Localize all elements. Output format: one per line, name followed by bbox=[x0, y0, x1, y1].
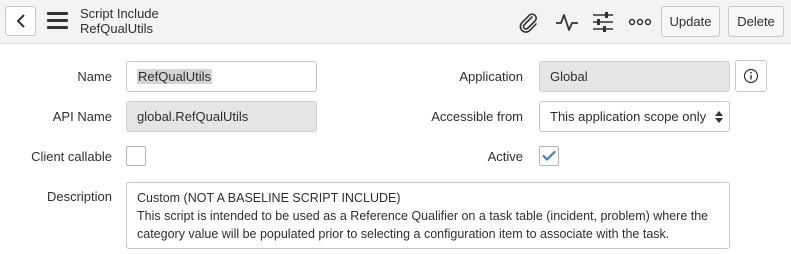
delete-button[interactable]: Delete bbox=[728, 6, 784, 37]
paperclip-icon[interactable] bbox=[516, 10, 540, 34]
record-title: Script Include RefQualUtils bbox=[80, 6, 159, 36]
application-info-button[interactable] bbox=[735, 60, 767, 92]
api-name-label: API Name bbox=[52, 109, 112, 124]
client-callable-checkbox[interactable] bbox=[126, 146, 146, 166]
application-label: Application bbox=[459, 69, 523, 84]
more-icon[interactable] bbox=[628, 10, 652, 34]
accessible-from-select[interactable]: This application scope only bbox=[539, 101, 730, 132]
sliders-icon[interactable] bbox=[591, 10, 615, 34]
api-name-field: global.RefQualUtils bbox=[126, 101, 317, 132]
checkmark-icon bbox=[542, 150, 556, 161]
record-name: RefQualUtils bbox=[80, 21, 153, 36]
accessible-from-label: Accessible from bbox=[431, 109, 523, 124]
description-textarea[interactable]: Custom (NOT A BASELINE SCRIPT INCLUDE) T… bbox=[126, 182, 730, 249]
name-label: Name bbox=[77, 69, 112, 84]
api-name-value: global.RefQualUtils bbox=[137, 109, 249, 124]
accessible-from-value: This application scope only bbox=[550, 109, 707, 124]
select-arrows-icon bbox=[715, 111, 723, 123]
active-checkbox[interactable] bbox=[539, 146, 559, 166]
description-label: Description bbox=[46, 189, 112, 204]
info-icon bbox=[743, 68, 759, 84]
back-icon bbox=[16, 14, 25, 28]
hamburger-icon[interactable] bbox=[47, 12, 68, 30]
form-header: Script Include RefQualUtils Update Delet… bbox=[0, 0, 791, 44]
active-label: Active bbox=[487, 149, 523, 164]
application-value: Global bbox=[550, 69, 588, 84]
back-button[interactable] bbox=[5, 6, 36, 36]
activity-icon[interactable] bbox=[555, 10, 579, 34]
application-field: Global bbox=[539, 61, 730, 92]
name-value: RefQualUtils bbox=[137, 69, 212, 84]
description-line: Custom (NOT A BASELINE SCRIPT INCLUDE) bbox=[137, 191, 401, 205]
description-line: This script is intended to be used as a … bbox=[137, 209, 709, 223]
record-type: Script Include bbox=[80, 6, 159, 21]
client-callable-label: Client callable bbox=[31, 149, 112, 164]
description-line: category value will be populated prior t… bbox=[137, 227, 670, 241]
name-field[interactable]: RefQualUtils bbox=[126, 61, 317, 92]
update-button[interactable]: Update bbox=[661, 6, 720, 37]
